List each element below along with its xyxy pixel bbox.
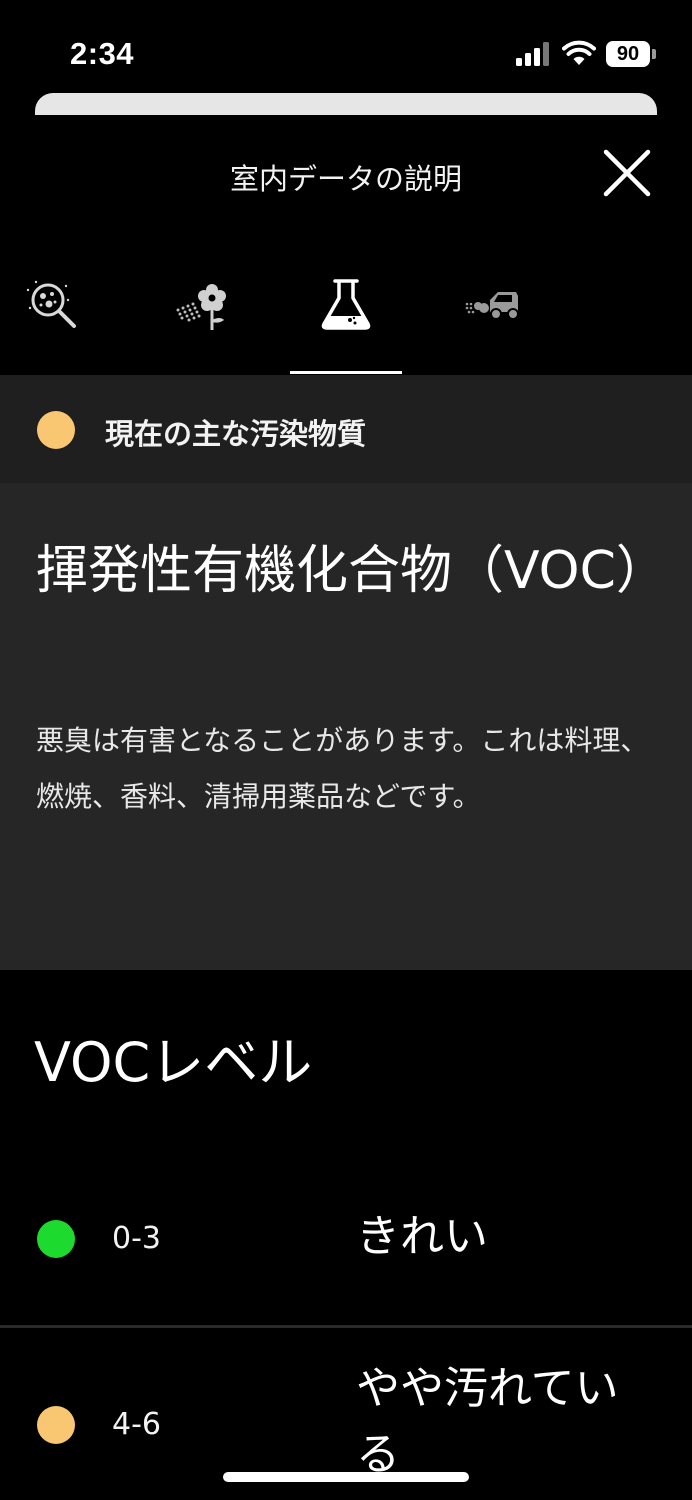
pollutant-status-dot <box>37 411 75 449</box>
selected-tab-indicator <box>290 371 402 374</box>
level-range: 4-6 <box>112 1407 161 1442</box>
pollutant-title: 揮発性有機化合物（VOC） <box>36 541 668 601</box>
tab-car-exhaust[interactable] <box>436 262 548 374</box>
level-status-dot <box>37 1406 75 1444</box>
levels-title: VOCレベル <box>34 1031 313 1094</box>
wifi-icon <box>562 40 596 65</box>
tab-particles[interactable] <box>0 262 108 374</box>
close-button[interactable] <box>600 146 654 200</box>
sheet-top-edge <box>35 93 657 115</box>
category-tabs <box>0 262 692 374</box>
current-pollutant-label: 現在の主な汚染物質 <box>105 417 367 451</box>
pollutant-info-card: 揮発性有機化合物（VOC） 悪臭は有害となることがあります。これは料理、燃焼、香… <box>0 483 692 970</box>
status-time: 2:34 <box>70 36 135 71</box>
level-range: 0-3 <box>112 1221 161 1256</box>
battery-level: 90 <box>606 41 650 67</box>
particle-magnifier-icon <box>26 280 76 328</box>
battery-indicator: 90 <box>606 41 656 67</box>
row-divider <box>0 1325 692 1328</box>
page-title: 室内データの説明 <box>229 162 462 196</box>
current-pollutant-bar: 現在の主な汚染物質 <box>0 375 692 483</box>
status-bar: 2:34 90 <box>0 0 692 100</box>
car-exhaust-icon <box>465 292 519 320</box>
level-label: やや汚れている <box>356 1363 619 1480</box>
level-label: きれい <box>356 1211 488 1262</box>
level-row: 0-3 きれい <box>0 1190 692 1290</box>
tab-pollen[interactable] <box>146 262 258 374</box>
tab-voc[interactable] <box>290 262 402 374</box>
level-status-dot <box>37 1220 75 1258</box>
home-indicator[interactable] <box>223 1472 469 1482</box>
cellular-signal-icon <box>516 42 549 66</box>
close-icon <box>603 149 651 197</box>
flask-icon <box>321 279 371 330</box>
pollen-flower-icon <box>176 284 226 330</box>
pollutant-description: 悪臭は有害となることがあります。これは料理、燃焼、香料、清掃用薬品などです。 <box>36 724 649 813</box>
battery-nub <box>652 49 656 59</box>
